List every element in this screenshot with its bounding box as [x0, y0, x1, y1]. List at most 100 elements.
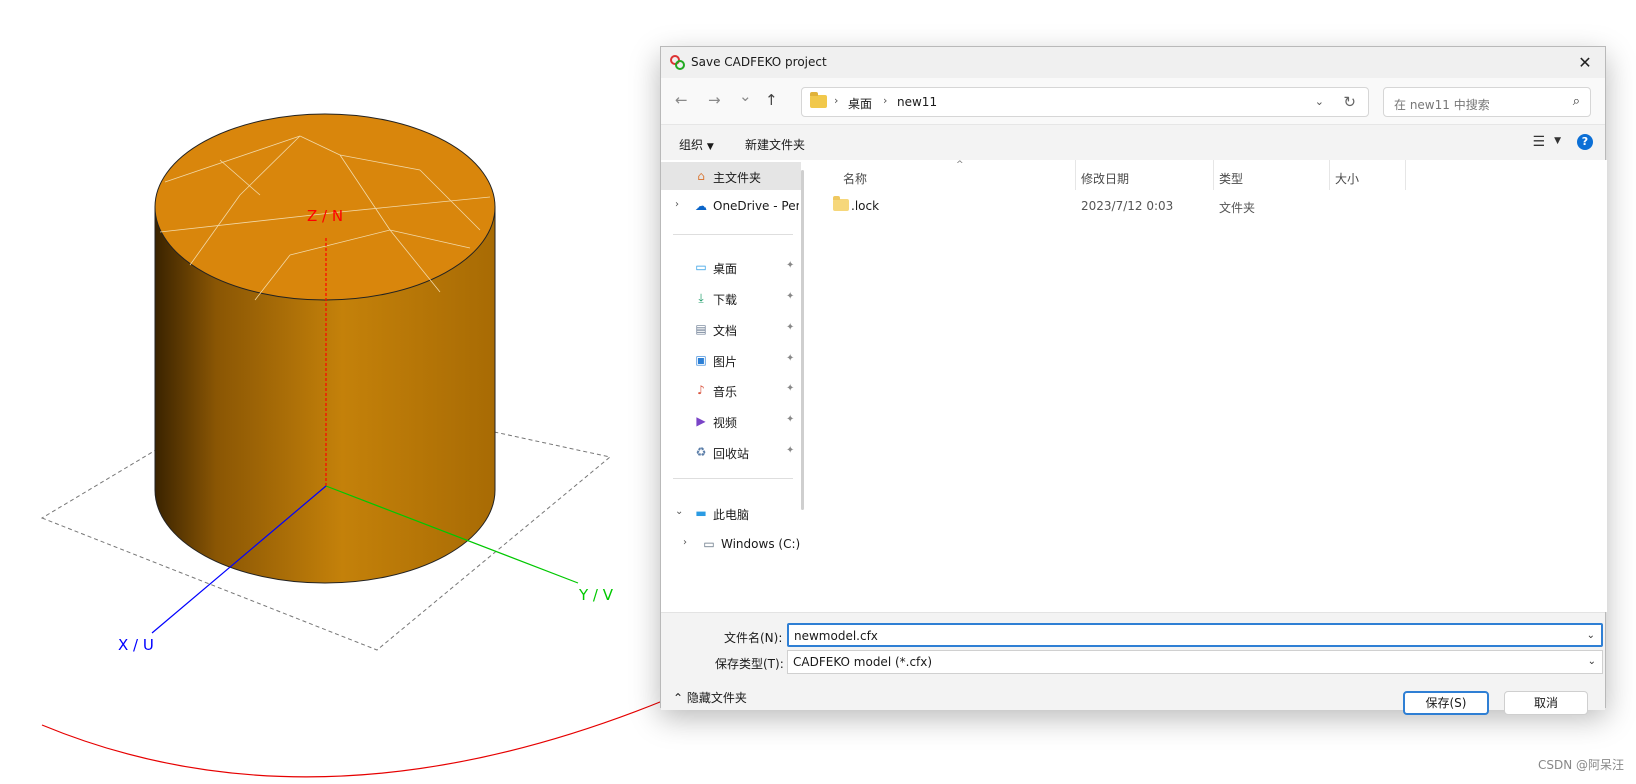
file-row[interactable]: .lock 2023/7/12 0:03 文件夹 — [821, 194, 1581, 218]
title-bar: Save CADFEKO project ✕ — [661, 47, 1605, 78]
filetype-label: 保存类型(T): — [715, 657, 784, 671]
column-divider[interactable] — [1213, 160, 1214, 190]
file-type: 文件夹 — [1219, 201, 1256, 215]
chevron-right-icon: › — [834, 94, 839, 107]
pin-icon[interactable]: ✦ — [786, 353, 794, 364]
sort-ascending-icon: ^ — [956, 160, 964, 170]
caret-down-icon: ▼ — [706, 142, 714, 152]
column-divider[interactable] — [1075, 160, 1076, 190]
drive-icon: ▭ — [703, 537, 715, 551]
column-divider[interactable] — [1405, 160, 1406, 190]
column-header-type[interactable]: 类型 — [1219, 170, 1243, 187]
chevron-down-icon[interactable]: ⌄ — [675, 506, 683, 517]
hide-folders-button[interactable]: ⌃ 隐藏文件夹 — [673, 689, 747, 706]
sidebar-item-label: 此电脑 — [713, 508, 750, 522]
organize-menu[interactable]: 组织 ▼ — [679, 136, 714, 153]
sidebar-item-videos[interactable]: ▶ 视频 ✦ — [661, 407, 801, 435]
file-date: 2023/7/12 0:03 — [1081, 199, 1174, 213]
watermark: CSDN @阿呆汪 — [1537, 758, 1624, 772]
address-bar[interactable]: › 桌面 › new11 ⌄ ↻ — [801, 87, 1369, 117]
home-icon: ⌂ — [697, 169, 705, 183]
sidebar-item-this-pc[interactable]: ⌄ ▬ 此电脑 — [661, 499, 801, 527]
sidebar-item-home[interactable]: ⌂ 主文件夹 — [661, 162, 801, 190]
close-button[interactable]: ✕ — [1565, 47, 1605, 78]
column-divider[interactable] — [1329, 160, 1330, 190]
music-icon: ♪ — [697, 383, 705, 397]
sidebar-item-documents[interactable]: ▤ 文档 ✦ — [661, 315, 801, 343]
pin-icon[interactable]: ✦ — [786, 291, 794, 302]
filetype-select[interactable]: CADFEKO model (*.cfx) ⌄ — [787, 650, 1603, 674]
filename-value[interactable]: newmodel.cfx — [794, 629, 878, 643]
sidebar-item-windows-c[interactable]: › ▭ Windows (C:) — [661, 530, 801, 558]
folder-icon — [833, 196, 849, 211]
cancel-button[interactable]: 取消 — [1504, 691, 1588, 715]
x-axis-label: X / U — [118, 636, 154, 654]
file-list: ^ 名称 修改日期 类型 大小 .lock 2023/7/12 0:03 文件夹 — [811, 160, 1607, 612]
pin-icon[interactable]: ✦ — [786, 383, 794, 394]
close-icon: ✕ — [1578, 53, 1592, 72]
pin-icon[interactable]: ✦ — [786, 445, 794, 456]
pin-icon[interactable]: ✦ — [786, 414, 794, 425]
column-header-size[interactable]: 大小 — [1335, 170, 1359, 187]
download-icon: ⤓ — [698, 291, 704, 305]
sidebar-item-label: Windows (C:) — [721, 537, 801, 551]
up-button[interactable]: ↑ — [765, 91, 778, 109]
sidebar-item-downloads[interactable]: ⤓ 下载 ✦ — [661, 284, 801, 312]
sidebar-item-label: OneDrive - Per — [713, 199, 799, 213]
column-header-name[interactable]: 名称 — [843, 170, 867, 187]
save-dialog: Save CADFEKO project ✕ ← → ⌄ ↑ › 桌面 › ne… — [660, 46, 1607, 715]
caret-down-icon[interactable]: ▼ — [1554, 136, 1561, 146]
back-button[interactable]: ← — [675, 91, 688, 109]
cadfeko-icon — [670, 55, 685, 70]
save-button[interactable]: 保存(S) — [1403, 691, 1489, 715]
search-box[interactable]: 在 new11 中搜索 ⌕ — [1383, 87, 1591, 117]
navigation-bar: ← → ⌄ ↑ › 桌面 › new11 ⌄ ↻ 在 new11 中搜索 ⌕ — [661, 78, 1605, 124]
reference-arc — [41, 699, 666, 778]
filename-input[interactable]: newmodel.cfx ⌄ — [787, 623, 1603, 647]
cloud-icon: ☁ — [695, 199, 707, 213]
search-icon[interactable]: ⌕ — [1573, 94, 1580, 109]
forward-button[interactable]: → — [708, 91, 721, 109]
document-icon: ▤ — [695, 322, 707, 336]
recycle-bin-icon: ♻ — [695, 445, 707, 459]
chevron-down-icon[interactable]: ⌄ — [1315, 95, 1324, 108]
filetype-value: CADFEKO model (*.cfx) — [793, 655, 933, 669]
sidebar-item-label: 主文件夹 — [713, 171, 762, 185]
computer-icon: ▬ — [695, 506, 707, 520]
view-options-icon[interactable]: ☰ — [1532, 134, 1545, 150]
save-options-panel: 文件名(N): newmodel.cfx ⌄ 保存类型(T): CADFEKO … — [661, 612, 1605, 715]
chevron-right-icon[interactable]: › — [683, 537, 687, 548]
recent-locations-button[interactable]: ⌄ — [739, 87, 752, 105]
breadcrumb-desktop[interactable]: 桌面 — [848, 95, 872, 112]
sidebar-item-music[interactable]: ♪ 音乐 ✦ — [661, 376, 801, 404]
column-header-date[interactable]: 修改日期 — [1081, 170, 1129, 187]
image-icon: ▣ — [695, 353, 707, 367]
navigation-pane: ⌂ 主文件夹 › ☁ OneDrive - Per ▭ 桌面 ✦ ⤓ 下载 ✦ … — [661, 160, 812, 612]
chevron-down-icon[interactable]: ⌄ — [1588, 656, 1596, 667]
sidebar-item-onedrive[interactable]: › ☁ OneDrive - Per — [661, 192, 801, 220]
divider — [673, 234, 793, 235]
toolbar: 组织 ▼ 新建文件夹 ☰ ▼ ? — [661, 124, 1605, 161]
breadcrumb-new11[interactable]: new11 — [897, 95, 937, 109]
sidebar-item-recycle-bin[interactable]: ♻ 回收站 ✦ — [661, 438, 801, 466]
new-folder-button[interactable]: 新建文件夹 — [745, 136, 805, 153]
sidebar-item-desktop[interactable]: ▭ 桌面 ✦ — [661, 253, 801, 281]
dialog-title: Save CADFEKO project — [691, 55, 827, 69]
sidebar-scrollbar[interactable] — [801, 170, 804, 510]
filename-label: 文件名(N): — [724, 631, 783, 645]
desktop-icon: ▭ — [695, 260, 707, 274]
chevron-down-icon[interactable]: ⌄ — [1587, 630, 1595, 641]
folder-icon — [810, 92, 827, 108]
refresh-icon[interactable]: ↻ — [1343, 93, 1356, 111]
search-placeholder: 在 new11 中搜索 — [1394, 98, 1490, 112]
sidebar-item-pictures[interactable]: ▣ 图片 ✦ — [661, 346, 801, 374]
video-icon: ▶ — [696, 414, 706, 428]
divider — [673, 478, 793, 479]
pin-icon[interactable]: ✦ — [786, 322, 794, 333]
chevron-right-icon: › — [883, 94, 888, 107]
chevron-up-icon: ⌃ — [673, 691, 684, 705]
file-name: .lock — [851, 199, 880, 213]
chevron-right-icon[interactable]: › — [675, 199, 679, 210]
help-icon[interactable]: ? — [1577, 134, 1593, 150]
pin-icon[interactable]: ✦ — [786, 260, 794, 271]
